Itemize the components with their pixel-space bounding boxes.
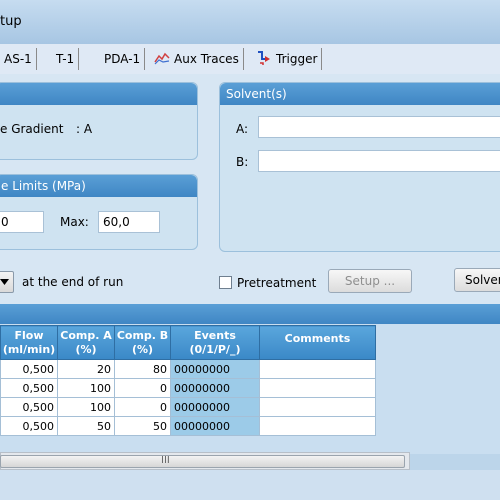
scrollbar-grip: III bbox=[161, 455, 170, 466]
table-row[interactable]: 0,500 100 0 00000000 bbox=[0, 397, 376, 417]
pretreatment-label: Pretreatment bbox=[237, 276, 317, 290]
table-row[interactable]: 0,500 50 50 00000000 bbox=[0, 416, 376, 436]
max-pressure-label: Max: bbox=[60, 215, 89, 229]
column-header-flow[interactable]: Flow (ml/min) bbox=[0, 325, 58, 360]
pretreatment-checkbox[interactable] bbox=[219, 276, 232, 289]
comp-b-cell[interactable]: 0 bbox=[114, 397, 171, 417]
solvents-title: Solvent(s) bbox=[226, 87, 287, 101]
column-header-comments[interactable]: Comments bbox=[259, 325, 376, 360]
column-header-events-line2: (0/1/P/_) bbox=[189, 342, 241, 356]
events-cell[interactable]: 00000000 bbox=[170, 378, 260, 398]
comments-cell[interactable] bbox=[259, 378, 376, 398]
column-header-comp-b[interactable]: Comp. B (%) bbox=[114, 325, 171, 360]
events-cell[interactable]: 00000000 bbox=[170, 359, 260, 379]
tab-aux-traces[interactable]: Aux Traces bbox=[154, 48, 244, 70]
tab-pda-1[interactable]: PDA-1 bbox=[100, 48, 146, 70]
comments-cell[interactable] bbox=[259, 416, 376, 436]
tab-t-1[interactable]: T-1 bbox=[54, 48, 80, 70]
dropdown-arrow-icon bbox=[0, 279, 9, 285]
column-header-comp-a-line1: Comp. A bbox=[60, 328, 112, 342]
pressure-limits-header: e Limits (MPa) bbox=[0, 175, 197, 197]
column-header-comp-a-line2: (%) bbox=[75, 342, 97, 356]
window-title-bar: tup bbox=[0, 0, 500, 45]
comp-a-cell[interactable]: 100 bbox=[57, 378, 115, 398]
comp-b-cell[interactable]: 50 bbox=[114, 416, 171, 436]
comp-a-cell[interactable]: 100 bbox=[57, 397, 115, 417]
tab-pda-1-label: PDA-1 bbox=[104, 52, 141, 66]
column-header-comp-a[interactable]: Comp. A (%) bbox=[57, 325, 115, 360]
column-header-comments-line1: Comments bbox=[284, 332, 351, 345]
comments-cell[interactable] bbox=[259, 397, 376, 417]
gradient-text: e Gradient bbox=[0, 122, 64, 136]
end-of-run-dropdown[interactable] bbox=[0, 271, 14, 293]
solvent-b-field[interactable] bbox=[258, 150, 500, 172]
events-cell[interactable]: 00000000 bbox=[170, 397, 260, 417]
tab-trigger-label: Trigger bbox=[276, 52, 318, 66]
solvent-a-field[interactable] bbox=[258, 116, 500, 138]
column-header-flow-line2: (ml/min) bbox=[2, 342, 56, 356]
tab-as-1-label: AS-1 bbox=[4, 52, 32, 66]
events-cell[interactable]: 00000000 bbox=[170, 416, 260, 436]
window-title: tup bbox=[0, 14, 22, 29]
gradient-value: : A bbox=[76, 122, 93, 136]
column-header-comp-b-line1: Comp. B bbox=[116, 328, 169, 342]
column-header-flow-line1: Flow bbox=[14, 328, 44, 342]
solvent-button[interactable]: Solvent bbox=[454, 268, 500, 292]
column-header-events-line1: Events bbox=[194, 328, 236, 342]
column-header-comp-b-line2: (%) bbox=[131, 342, 154, 356]
max-pressure-field[interactable]: 60,0 bbox=[98, 211, 160, 233]
min-pressure-field[interactable]: 0 bbox=[0, 211, 44, 233]
end-of-run-label: at the end of run bbox=[22, 275, 124, 289]
flow-cell[interactable]: 0,500 bbox=[0, 378, 58, 398]
table-row[interactable]: 0,500 20 80 00000000 bbox=[0, 359, 376, 379]
flow-cell[interactable]: 0,500 bbox=[0, 359, 58, 379]
table-header-row: Flow (ml/min) Comp. A (%) Comp. B (%) Event… bbox=[0, 325, 376, 360]
scrollbar-thumb[interactable]: III bbox=[0, 455, 405, 468]
comp-b-cell[interactable]: 80 bbox=[114, 359, 171, 379]
table-row[interactable]: 0,500 100 0 00000000 bbox=[0, 378, 376, 398]
setup-button[interactable]: Setup ... bbox=[328, 269, 412, 293]
flow-cell[interactable]: 0,500 bbox=[0, 416, 58, 436]
bottom-area bbox=[0, 470, 500, 500]
solvent-b-label: B: bbox=[236, 155, 249, 169]
tab-trigger[interactable]: Trigger bbox=[256, 48, 323, 70]
gradient-group-header bbox=[0, 83, 197, 105]
aux-traces-chart-icon bbox=[154, 52, 170, 65]
comp-a-cell[interactable]: 50 bbox=[57, 416, 115, 436]
comments-cell[interactable] bbox=[259, 359, 376, 379]
comp-b-cell[interactable]: 0 bbox=[114, 378, 171, 398]
solvent-a-label: A: bbox=[236, 122, 249, 136]
time-program-header-bar bbox=[0, 304, 500, 324]
tab-aux-traces-label: Aux Traces bbox=[174, 52, 239, 66]
column-header-events[interactable]: Events (0/1/P/_) bbox=[170, 325, 260, 360]
trigger-icon bbox=[258, 51, 270, 65]
solvents-header: Solvent(s) bbox=[220, 83, 500, 105]
gradient-group bbox=[0, 82, 198, 160]
tab-t-1-label: T-1 bbox=[56, 52, 75, 66]
comp-a-cell[interactable]: 20 bbox=[57, 359, 115, 379]
time-program-table: Flow (ml/min) Comp. A (%) Comp. B (%) Event… bbox=[0, 325, 376, 436]
flow-cell[interactable]: 0,500 bbox=[0, 397, 58, 417]
tab-as-1[interactable]: AS-1 bbox=[4, 48, 37, 70]
pressure-limits-title: e Limits (MPa) bbox=[1, 179, 86, 193]
